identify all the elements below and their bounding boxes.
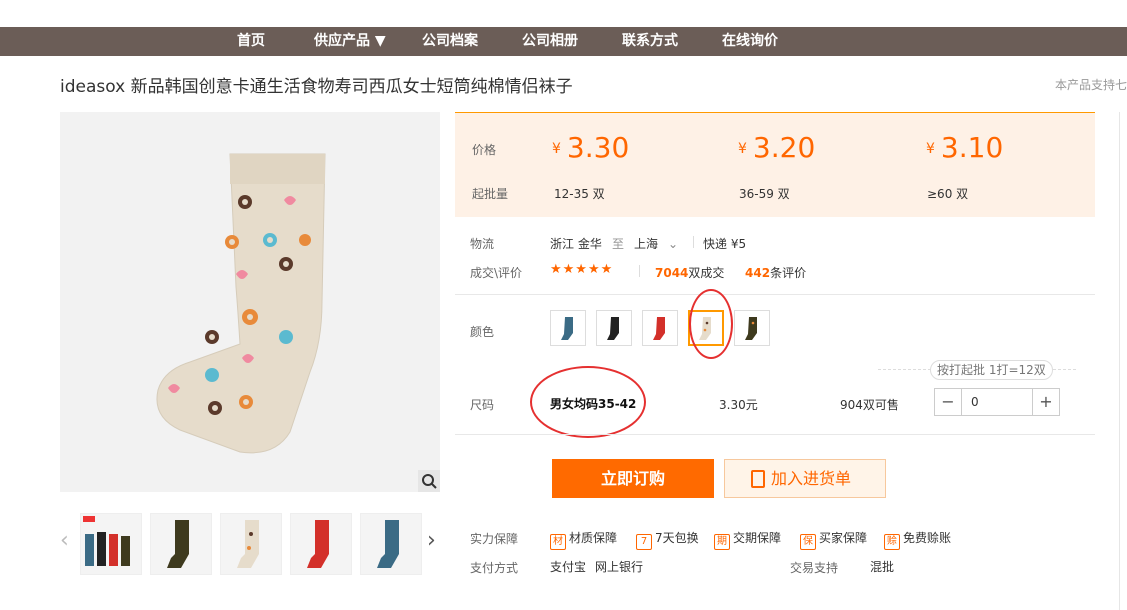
logistics-from: 浙江 金华	[550, 237, 602, 251]
nav-products[interactable]: 供应产品 ▼	[314, 27, 386, 56]
guarantee-item-7day[interactable]: 7 7天包换	[636, 529, 699, 550]
divider	[455, 294, 1095, 295]
price-tier-1: ¥3.30	[552, 131, 630, 164]
guarantee-label: 实力保障	[470, 532, 519, 546]
qty-input[interactable]: 0	[971, 395, 979, 409]
divider	[455, 434, 1095, 435]
divider	[639, 265, 640, 277]
unit-price: 3.30元	[719, 398, 758, 412]
guarantee-item-delivery[interactable]: 期交期保障	[714, 529, 781, 550]
deal-label: 成交\评价	[470, 266, 523, 280]
pack-note: 按打起批 1打=12双	[930, 360, 1053, 380]
payment-alipay: 支付宝	[550, 560, 587, 574]
color-swatch-black[interactable]	[596, 310, 632, 346]
nav-company-album[interactable]: 公司相册	[522, 27, 578, 56]
product-title: ideasox 新品韩国创意卡通生活食物寿司西瓜女士短筒纯棉情侣袜子	[60, 77, 573, 97]
stock-available: 904双可售	[840, 398, 899, 412]
support-note: 本产品支持七	[1055, 78, 1127, 92]
qty-plus-button[interactable]: +	[1032, 389, 1059, 415]
thumbnail-4[interactable]	[290, 513, 352, 575]
color-swatch-red[interactable]	[642, 310, 678, 346]
deal-count[interactable]: 7044双成交	[655, 264, 724, 281]
highlight-ring	[530, 366, 646, 438]
color-label: 颜色	[470, 325, 495, 339]
quantity-stepper: − 0 +	[934, 388, 1060, 416]
guarantee-item-credit[interactable]: 赊免费赊账	[884, 529, 951, 550]
rating-stars: ★★★★★	[550, 262, 614, 277]
color-swatch-blue[interactable]	[550, 310, 586, 346]
review-count[interactable]: 442条评价	[745, 264, 806, 281]
logistics-to-word: 至	[612, 237, 625, 251]
color-swatch-olive[interactable]	[734, 310, 770, 346]
thumbnail-3[interactable]	[220, 513, 282, 575]
nav-company-profile[interactable]: 公司档案	[422, 27, 478, 56]
payment-label: 支付方式	[470, 561, 519, 575]
thumb-next-icon[interactable]: ›	[427, 528, 436, 553]
clipboard-icon	[751, 470, 765, 488]
trade-label: 交易支持	[790, 561, 839, 575]
thumb-prev-icon[interactable]: ‹	[60, 528, 69, 553]
moq-tier-2: 36-59 双	[739, 187, 790, 201]
moq-tier-1: 12-35 双	[554, 187, 605, 201]
express-fee: 快递 ¥5	[703, 237, 747, 251]
thumbnail-2[interactable]	[150, 513, 212, 575]
moq-label: 起批量	[472, 187, 509, 201]
sock-illustration	[156, 153, 326, 454]
trade-value: 混批	[870, 560, 895, 574]
logistics-label: 物流	[470, 237, 495, 251]
guarantee-item-buyer[interactable]: 保买家保障	[800, 529, 867, 550]
nav-inquiry[interactable]: 在线询价	[722, 27, 778, 56]
guarantee-item-material[interactable]: 材材质保障	[550, 529, 617, 550]
material-icon: 材	[550, 534, 566, 550]
payment-online-bank: 网上银行	[595, 560, 644, 574]
shield-icon: 保	[800, 534, 816, 550]
right-border	[1119, 112, 1120, 610]
nav-contact[interactable]: 联系方式	[622, 27, 678, 56]
highlight-ring	[689, 289, 733, 359]
credit-icon: 赊	[884, 534, 900, 550]
delivery-icon: 期	[714, 534, 730, 550]
qty-minus-button[interactable]: −	[935, 389, 962, 415]
price-tier-3: ¥3.10	[926, 131, 1004, 164]
buy-now-button[interactable]: 立即订购	[552, 459, 714, 498]
top-nav: 首页 供应产品 ▼ 公司档案 公司相册 联系方式 在线询价	[0, 27, 1127, 56]
main-product-image[interactable]	[60, 112, 440, 492]
chevron-down-icon: ⌄	[668, 237, 679, 251]
logistics-destination-select[interactable]: 上海 ⌄	[634, 235, 678, 252]
moq-tier-3: ≥60 双	[927, 187, 969, 201]
price-tier-2: ¥3.20	[738, 131, 816, 164]
size-label: 尺码	[470, 398, 495, 412]
zoom-icon[interactable]	[418, 470, 440, 492]
seven-day-icon: 7	[636, 534, 652, 550]
thumbnail-5[interactable]	[360, 513, 422, 575]
price-label: 价格	[472, 143, 497, 157]
thumbnail-1[interactable]	[80, 513, 142, 575]
nav-home[interactable]: 首页	[237, 27, 265, 56]
add-to-cart-button[interactable]: 加入进货单	[724, 459, 886, 498]
divider	[693, 236, 694, 248]
